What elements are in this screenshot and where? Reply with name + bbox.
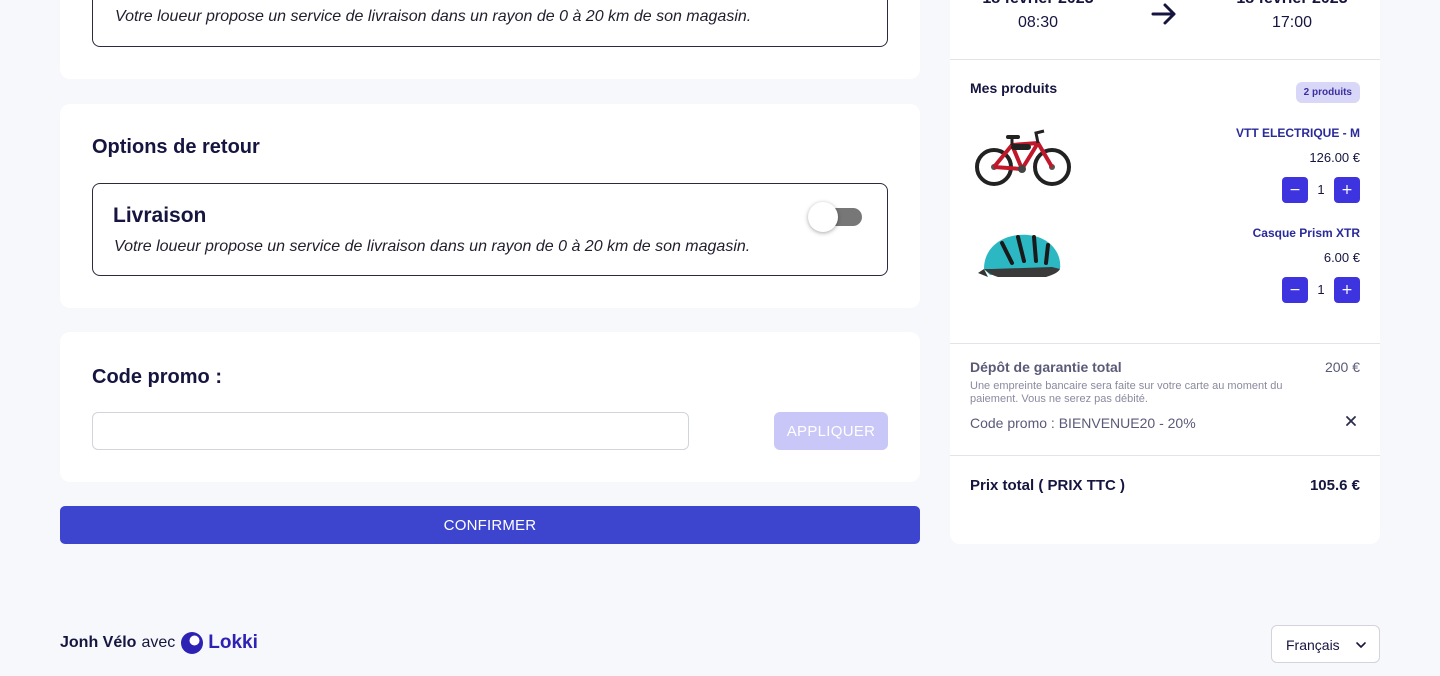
lokki-brand-name: Lokki: [208, 632, 258, 653]
confirm-button[interactable]: CONFIRMER: [60, 506, 920, 544]
return-options-title: Options de retour: [92, 136, 260, 158]
product-item: VTT ELECTRIQUE - M 126.00 € − 1 +: [950, 123, 1380, 213]
return-delivery-option[interactable]: Livraison Votre loueur propose un servic…: [92, 183, 888, 276]
end-datetime: 18 février 2023 17:00: [1232, 0, 1352, 32]
shop-name: Jonh Vélo: [60, 634, 137, 651]
end-time: 17:00: [1271, 14, 1313, 31]
delivery-option-description: Votre loueur propose un service de livra…: [115, 8, 752, 25]
ebike-image: [975, 129, 1071, 186]
arrow-right-icon: [1151, 3, 1176, 25]
divider: [950, 455, 1380, 456]
decrease-quantity-button[interactable]: −: [1282, 277, 1308, 303]
quantity-stepper: − 1 +: [1282, 177, 1360, 203]
promo-title: Code promo :: [92, 366, 222, 388]
product-price: 126.00 €: [1309, 150, 1360, 165]
deposit-note: Une empreinte bancaire sera faite sur vo…: [970, 380, 1283, 405]
apply-promo-button[interactable]: APPLIQUER: [774, 412, 888, 450]
promo-code-input[interactable]: [92, 412, 689, 450]
increase-quantity-button[interactable]: +: [1334, 277, 1360, 303]
total-label: Prix total ( PRIX TTC ): [970, 477, 1126, 494]
order-summary: 18 février 2023 08:30 18 février 2023 17…: [950, 0, 1380, 544]
increase-quantity-button[interactable]: +: [1334, 177, 1360, 203]
product-item: Casque Prism XTR 6.00 € − 1 +: [950, 223, 1380, 313]
language-value: Français: [1286, 637, 1340, 653]
start-time: 08:30: [1017, 14, 1059, 31]
delivery-option-card: Votre loueur propose un service de livra…: [60, 0, 920, 79]
return-options-card: Options de retour Livraison Votre loueur…: [60, 104, 920, 308]
quantity-value: 1: [1317, 282, 1325, 297]
deposit-label: Dépôt de garantie total: [970, 359, 1122, 375]
product-price: 6.00 €: [1323, 250, 1360, 265]
quantity-value: 1: [1317, 182, 1325, 197]
divider: [950, 343, 1380, 344]
end-date: 18 février 2023: [1232, 0, 1352, 8]
language-select[interactable]: Français: [1271, 625, 1380, 663]
chevron-down-icon: [1356, 642, 1366, 648]
helmet-image: [978, 234, 1061, 277]
delivery-option-box[interactable]: Votre loueur propose un service de livra…: [92, 0, 888, 47]
with-text: avec: [141, 634, 176, 651]
decrease-quantity-button[interactable]: −: [1282, 177, 1308, 203]
return-option-description: Votre loueur propose un service de livra…: [114, 238, 751, 255]
close-icon[interactable]: [1342, 412, 1360, 430]
products-count-badge: 2 produits: [1295, 82, 1360, 103]
lokki-logo-icon: [181, 632, 204, 654]
start-datetime: 18 février 2023 08:30: [978, 0, 1098, 32]
quantity-stepper: − 1 +: [1282, 277, 1360, 303]
start-date: 18 février 2023: [978, 0, 1098, 8]
return-option-title: Livraison: [113, 204, 207, 227]
products-label: Mes produits: [970, 80, 1058, 96]
deposit-amount: 200 €: [1324, 359, 1360, 375]
return-delivery-toggle[interactable]: [808, 202, 862, 232]
product-name: VTT ELECTRIQUE - M: [1236, 126, 1360, 140]
footer-brand: Jonh Vélo avec Lokki: [60, 630, 258, 656]
product-name: Casque Prism XTR: [1252, 226, 1360, 240]
divider: [950, 59, 1380, 60]
total-value: 105.6 €: [1309, 477, 1360, 494]
promo-code-card: Code promo : APPLIQUER: [60, 332, 920, 482]
applied-promo-code: Code promo : BIENVENUE20 - 20%: [970, 415, 1196, 431]
